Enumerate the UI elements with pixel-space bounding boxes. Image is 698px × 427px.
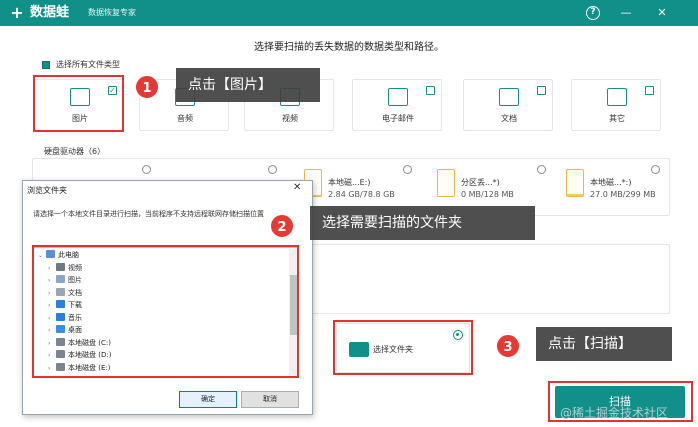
help-icon[interactable]: ? [586,6,600,20]
watermark: @稀土掘金技术社区 [560,406,669,420]
dialog-description: 请选择一个本地文件目录进行扫描，当前程序不支持远程联网存储扫描位置 [33,210,264,218]
step-number: 2 [269,213,295,239]
app-subtitle: 数据恢复专家 [88,8,136,17]
cancel-button[interactable]: 取消 [241,391,299,408]
drive-radio[interactable] [268,165,277,174]
drive-radio[interactable] [651,165,660,174]
highlight-box-images [33,75,124,132]
file-type-label: 视频 [282,114,298,123]
highlight-box-tree [32,245,299,378]
dialog-title: 浏览文件夹 [27,186,67,195]
callout-step-1: 点击【图片】 [176,68,320,102]
disk-section-label: 硬盘驱动器（6） [44,147,106,156]
minimize-button[interactable]: — [618,5,634,21]
file-type-label: 文档 [501,114,517,123]
file-type-label: 音频 [177,114,193,123]
drive-radio[interactable] [142,165,151,174]
page-prompt: 选择要扫描的丢失数据的数据类型和路径。 [254,42,444,53]
drive-size: 0 MB/128 MB [461,190,514,199]
drive-size: 27.0 MB/299 MB [590,190,656,199]
file-type-documents[interactable]: 文档 [463,79,553,131]
callout-step-2: 选择需要扫描的文件夹 [310,206,535,240]
app-logo-icon: + [10,3,24,22]
callout-step-3: 点击【扫描】 [536,327,672,361]
drive-name: 本地磁...*:) [590,178,632,187]
select-all-checkbox[interactable] [42,61,50,69]
file-type-label: 电子邮件 [382,114,414,123]
drive-name: 分区丢...*) [461,178,500,187]
close-button[interactable]: ✕ [654,5,670,21]
drive-name: 本地磁...E:) [328,178,371,187]
checkbox[interactable] [645,86,654,95]
file-type-label: 其它 [609,114,625,123]
dialog-close-icon[interactable]: ✕ [293,182,301,193]
select-all-label: 选择所有文件类型 [56,60,120,69]
checkbox[interactable] [537,86,546,95]
file-type-email[interactable]: 电子邮件 [352,79,442,131]
checkbox[interactable] [426,86,435,95]
drive-radio[interactable] [537,165,546,174]
email-icon [388,88,408,106]
file-type-other[interactable]: 其它 [571,79,661,131]
drive-radio[interactable] [403,165,412,174]
drive-icon [437,169,455,197]
drive-size: 2.84 GB/78.8 GB [328,190,395,199]
document-icon [499,88,519,106]
highlight-box-folder [333,320,473,375]
step-number: 1 [134,74,160,100]
other-files-icon [607,88,627,106]
ok-button[interactable]: 确定 [179,391,237,408]
step-number: 3 [495,333,521,359]
drive-usage-fill [567,193,583,196]
app-name: 数据蛙 [30,5,70,20]
drive-icon [566,169,584,197]
